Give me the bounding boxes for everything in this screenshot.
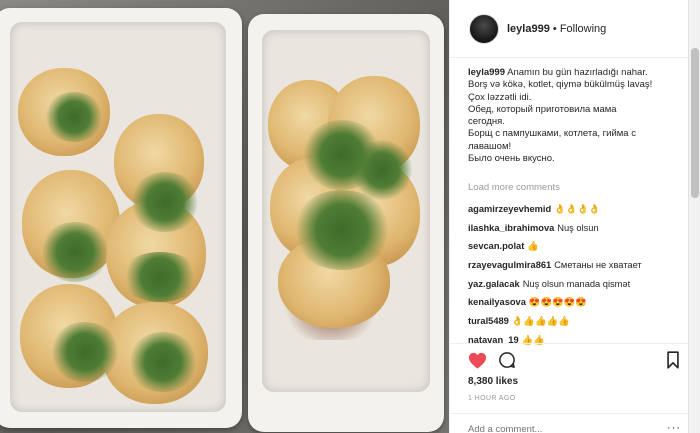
comment-item: kenailyasova 😍😍😍😍😍 [468, 293, 683, 312]
comment-item: tural5489 👌👍👍👍👍 [468, 312, 683, 331]
caption-text: Anamın bu gün hazırladığı nahar. [507, 67, 648, 78]
comment-item: sevcan.polat 👍 [468, 237, 683, 256]
comments-list: agamirzeyevhemid 👌👌👌👌 ilashka_ibrahimova N… [468, 200, 683, 350]
more-options-button[interactable]: ··· [667, 422, 681, 433]
heart-icon [468, 352, 486, 369]
caption-line: Обед, который приготовила мама [468, 103, 617, 115]
add-comment-bar: ··· [450, 413, 689, 433]
comment-username[interactable]: yaz.galacak [468, 279, 520, 289]
post-sidebar: leyla999 • Following leyla999 Anamın bu … [449, 0, 689, 433]
herbs [44, 92, 104, 142]
separator-dot: • [552, 22, 557, 35]
baking-dish-left [0, 8, 242, 428]
comment-text: 😍😍😍😍😍 [528, 297, 587, 308]
comment-bubble-icon [499, 352, 515, 368]
scrollbar[interactable] [688, 0, 700, 433]
herbs [352, 140, 412, 200]
herbs [50, 322, 120, 382]
following-button[interactable]: Following [560, 23, 606, 35]
post-header: leyla999 • Following [450, 0, 689, 58]
dish-right-interior [262, 30, 430, 392]
caption-line: Борщ с пампушками, котлета, гийма с [468, 128, 636, 140]
comment-item: rzayevagulmira861 Сметаны не хватает [468, 256, 683, 275]
post-timestamp[interactable]: 1 HOUR AGO [468, 395, 516, 402]
comment-text: Сметаны не хватает [554, 260, 642, 271]
avatar[interactable] [469, 13, 499, 44]
comment-username[interactable]: sevcan.polat [468, 241, 524, 251]
header-username[interactable]: leyla999 [507, 23, 550, 35]
post-caption: leyla999 Anamın bu gün hazırladığı nahar… [468, 67, 680, 165]
comment-text: Nuş olsun [557, 222, 599, 233]
comment-item: ilashka_ibrahimova Nuş olsun [468, 219, 683, 238]
like-button[interactable] [467, 350, 487, 370]
add-comment-input[interactable] [468, 424, 638, 433]
comment-username[interactable]: ilashka_ibrahimova [468, 223, 554, 233]
comment-text: Nuş olsun manada qismət [522, 278, 631, 289]
baking-dish-right [248, 14, 444, 432]
comment-username[interactable]: rzayevagulmira861 [468, 260, 551, 270]
herbs [130, 172, 200, 232]
dish-left-interior [10, 22, 226, 412]
load-more-comments-link[interactable]: Load more comments [468, 182, 560, 193]
comment-username[interactable]: kenailyasova [468, 297, 526, 307]
herbs [40, 222, 110, 282]
caption-line: Borş və kökə, kotlet, qiymə bükülmüş lav… [468, 79, 653, 91]
likes-count[interactable]: 8,380 likes [468, 376, 518, 387]
caption-line: лавашом! [468, 140, 512, 152]
caption-line: leyla999 Anamın bu gün hazırladığı nahar… [468, 67, 680, 79]
comment-item: agamirzeyevhemid 👌👌👌👌 [468, 200, 683, 219]
caption-line: Было очень вкусно. [468, 153, 555, 165]
header-text: leyla999 • Following [507, 23, 606, 35]
scrollbar-thumb[interactable] [691, 48, 699, 198]
action-bar [450, 343, 689, 373]
comment-button[interactable] [497, 350, 517, 370]
herbs [292, 190, 392, 270]
save-button[interactable] [663, 350, 683, 370]
caption-line: сегодня. [468, 116, 505, 128]
comment-item: yaz.galacak Nuş olsun manada qismət [468, 275, 683, 294]
comment-text: 👌👍👍👍👍 [511, 316, 570, 327]
herbs [120, 252, 200, 302]
caption-username[interactable]: leyla999 [468, 67, 505, 78]
comment-text: 👍 [527, 241, 539, 252]
caption-line: Çox ləzzətli idi. [468, 91, 532, 103]
bookmark-icon [667, 351, 679, 369]
comment-username[interactable]: tural5489 [468, 316, 509, 326]
herbs [128, 332, 198, 392]
comment-username[interactable]: agamirzeyevhemid [468, 204, 551, 214]
post-photo[interactable] [0, 0, 449, 433]
comment-text: 👌👌👌👌 [554, 204, 601, 214]
